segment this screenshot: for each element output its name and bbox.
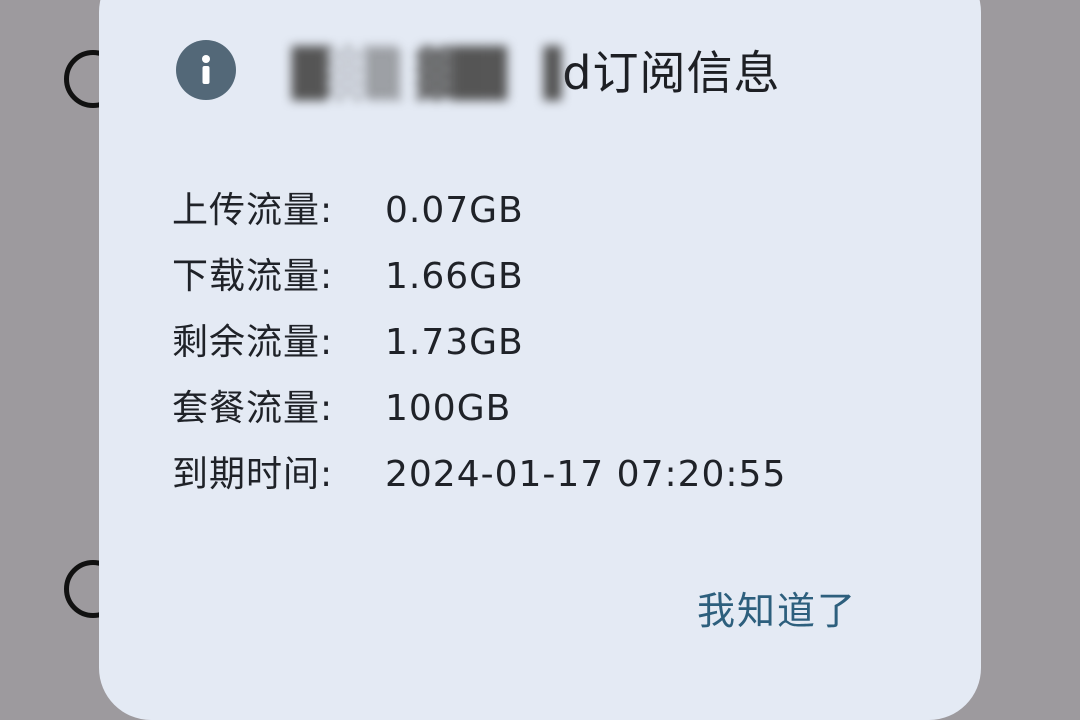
- info-label: 下载流量:: [172, 256, 334, 297]
- info-label: 套餐流量:: [172, 388, 334, 429]
- info-row-upload: 上传流量: 0.07GB: [172, 178, 786, 244]
- info-value: 1.66GB: [385, 256, 524, 297]
- info-row-remaining: 剩余流量: 1.73GB: [172, 310, 786, 376]
- info-label: 上传流量:: [172, 190, 334, 231]
- info-value: 100GB: [385, 388, 512, 429]
- dialog-header: █░▒ ▓█▌▐d订阅信息: [176, 37, 780, 103]
- info-list: 上传流量: 0.07GB 下载流量: 1.66GB 剩余流量: 1.73GB 套餐流量…: [172, 178, 786, 508]
- info-value: 2024-01-17 07:20:55: [385, 454, 787, 495]
- confirm-button[interactable]: 我知道了: [697, 580, 857, 635]
- info-value: 1.73GB: [385, 322, 524, 363]
- obscured-title-prefix: █░▒ ▓█▌▐: [292, 46, 563, 100]
- title-text: d订阅信息: [562, 46, 781, 100]
- info-icon: [176, 40, 236, 100]
- info-label: 到期时间:: [172, 454, 334, 495]
- info-label: 剩余流量:: [172, 322, 334, 363]
- info-row-download: 下载流量: 1.66GB: [172, 244, 786, 310]
- info-value: 0.07GB: [385, 190, 524, 231]
- info-row-plan: 套餐流量: 100GB: [172, 376, 786, 442]
- dialog-title: █░▒ ▓█▌▐d订阅信息: [292, 37, 780, 103]
- subscription-info-dialog: █░▒ ▓█▌▐d订阅信息 上传流量: 0.07GB 下载流量: 1.66GB 剩余…: [99, 0, 981, 720]
- info-row-expiry: 到期时间: 2024-01-17 07:20:55: [172, 442, 786, 508]
